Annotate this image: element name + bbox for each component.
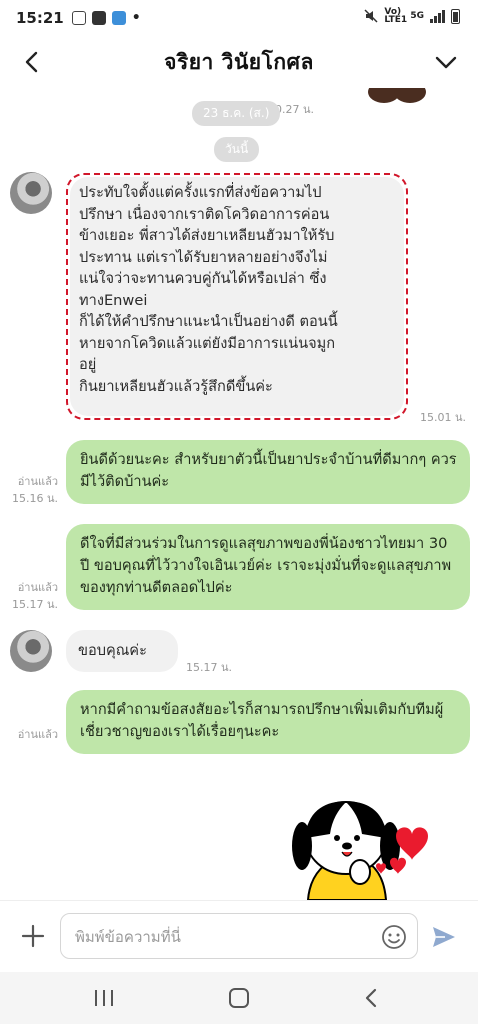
plus-icon[interactable] <box>20 923 46 949</box>
home-icon[interactable] <box>225 986 253 1010</box>
read-receipt: อ่านแล้ว 15.16 น. <box>6 473 58 507</box>
message-text: ดีใจที่มีส่วนร่วมในการดูแลสุขภาพของพี่น้… <box>80 535 452 596</box>
message-bubble-outgoing[interactable]: ดีใจที่มีส่วนร่วมในการดูแลสุขภาพของพี่น้… <box>66 524 470 610</box>
system-indicators: Vo) LTE1 5G <box>364 7 460 25</box>
message-line: ประทาน แต่เราได้รับยาหลายอย่างจึงไม่ <box>79 248 328 266</box>
chat-app-icon <box>111 11 126 25</box>
back-arrow-icon[interactable] <box>18 48 46 76</box>
signal-icon <box>430 9 445 23</box>
status-time: 15:21 <box>16 9 64 27</box>
notification-icons: • <box>71 10 141 26</box>
network-gen: 5G <box>410 11 424 21</box>
message-line: ข้างเยอะ พี่สาวได้ส่งยาเหลียนฮัวมาให้รับ <box>79 227 335 244</box>
chat-header: จริยา วินัยโกศล <box>0 36 478 88</box>
message-input[interactable] <box>73 924 377 950</box>
read-label: อ่านแล้ว <box>17 581 58 594</box>
chevron-down-icon[interactable] <box>432 48 460 76</box>
recent-apps-icon[interactable] <box>90 986 118 1010</box>
emoji-icon[interactable] <box>381 924 407 950</box>
message-text: ขอบคุณค่ะ <box>78 642 147 659</box>
read-label: อ่านแล้ว <box>17 475 58 488</box>
message-bubble-incoming[interactable]: ประทับใจตั้งแต่ครั้งแรกที่ส่งข้อความไป ป… <box>70 177 404 416</box>
gallery-icon <box>71 11 86 25</box>
message-time: 15.17 น. <box>186 661 233 674</box>
line-app-icon <box>91 11 106 25</box>
message-time: 15.17 น. <box>11 598 58 611</box>
send-icon[interactable] <box>430 923 458 951</box>
read-receipt: อ่านแล้ว 15.17 น. <box>6 579 58 613</box>
message-time: 15.16 น. <box>11 492 58 505</box>
message-input-bar <box>0 900 478 973</box>
avatar[interactable] <box>10 172 52 214</box>
sticker-partial <box>368 88 426 103</box>
chat-area[interactable]: 10.27 น. 23 ธ.ค. (ส.) วันนี้ ประทับใจตั้… <box>0 88 478 900</box>
mute-icon <box>364 9 378 23</box>
date-pill-today: วันนี้ <box>214 137 260 162</box>
message-line: อยู่ <box>79 356 97 373</box>
message-field[interactable] <box>60 913 418 959</box>
avatar[interactable] <box>10 630 52 672</box>
chat-title: จริยา วินัยโกศล <box>164 49 314 74</box>
sticker-image[interactable] <box>288 794 458 900</box>
message-text: หากมีคำถามข้อสงสัยอะไรก็สามารถปรึกษาเพิ่… <box>80 701 444 740</box>
date-pill: 23 ธ.ค. (ส.) <box>192 101 281 126</box>
message-text: ยินดีด้วยนะคะ สำหรับยาตัวนี้เป็นยาประจำบ… <box>80 451 457 490</box>
network-label: Vo) LTE1 <box>384 7 408 25</box>
status-dot: • <box>131 10 141 26</box>
battery-icon <box>451 8 460 24</box>
message-line: ทางEnwei <box>79 291 148 309</box>
message-line: กินยาเหลียนฮัวแล้วรู้สึกดีขึ้นค่ะ <box>79 377 273 395</box>
message-line: ประทับใจตั้งแต่ครั้งแรกที่ส่งข้อความไป <box>79 184 322 201</box>
message-line: แน่ใจว่าจะทานควบคู่กันได้หรือเปล่า ซึ่ง <box>79 270 327 287</box>
system-nav-bar <box>0 972 478 1024</box>
read-label: อ่านแล้ว <box>17 728 58 741</box>
back-nav-icon[interactable] <box>358 986 386 1010</box>
message-line: ก็ได้ให้คำปรึกษาแนะนำเป็นอย่างดี ตอนนี้ <box>79 313 338 330</box>
message-bubble-outgoing[interactable]: หากมีคำถามข้อสงสัยอะไรก็สามารถปรึกษาเพิ่… <box>66 690 470 754</box>
message-line: หายจากโควิดแล้วแต่ยังมีอาการแน่นจมูก <box>79 334 336 352</box>
message-bubble-incoming[interactable]: ขอบคุณค่ะ <box>66 630 178 672</box>
message-line: ปรึกษา เนื่องจากเราติดโควิดอาการค่อน <box>79 205 330 223</box>
status-bar: 15:21 • Vo) LTE1 5G <box>0 0 478 36</box>
message-time: 15.01 น. <box>420 411 467 424</box>
message-bubble-outgoing[interactable]: ยินดีด้วยนะคะ สำหรับยาตัวนี้เป็นยาประจำบ… <box>66 440 470 504</box>
